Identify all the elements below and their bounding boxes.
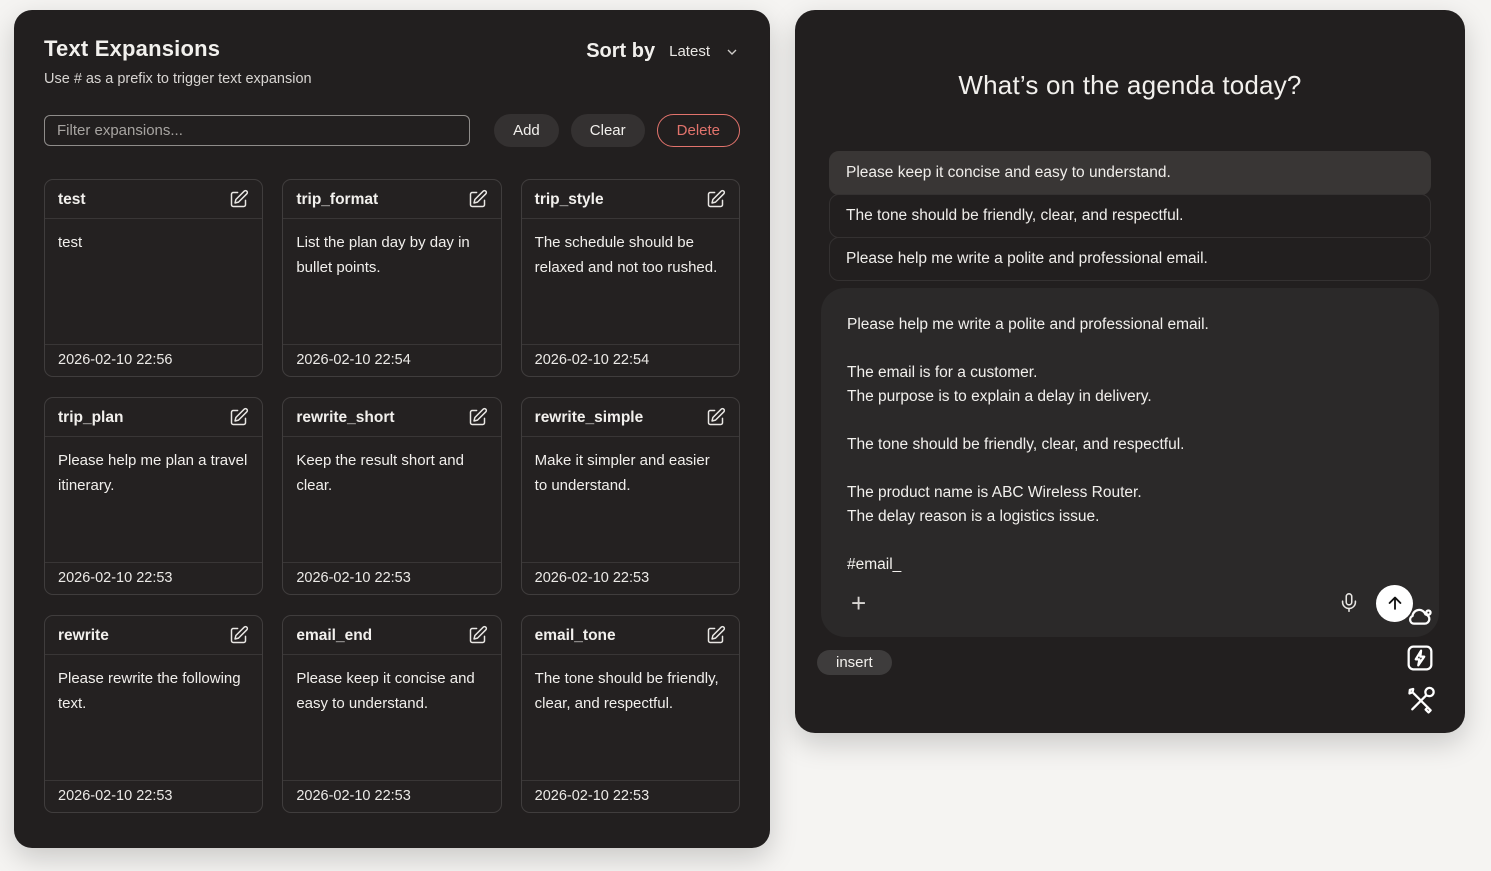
expansion-name: email_end — [296, 627, 372, 645]
filter-input[interactable] — [44, 115, 470, 146]
expansion-body: Please keep it concise and easy to under… — [283, 655, 500, 781]
edit-icon[interactable] — [228, 189, 249, 210]
lightning-icon[interactable] — [1403, 641, 1437, 675]
card-header: test — [45, 180, 262, 219]
chevron-down-icon[interactable] — [724, 44, 740, 60]
delete-button[interactable]: Delete — [657, 114, 740, 147]
expansion-name: trip_format — [296, 191, 378, 209]
card-header: email_end — [283, 616, 500, 655]
insert-badge[interactable]: insert — [817, 650, 892, 675]
expansion-body: The tone should be friendly, clear, and … — [522, 655, 739, 781]
expansion-name: trip_plan — [58, 409, 123, 427]
suggestion-item[interactable]: The tone should be friendly, clear, and … — [829, 194, 1431, 238]
arrow-up-icon — [1385, 593, 1405, 613]
page-subtitle: Use # as a prefix to trigger text expans… — [44, 71, 312, 87]
edit-icon[interactable] — [467, 189, 488, 210]
add-button[interactable]: Add — [494, 114, 559, 147]
expansion-timestamp: 2026-02-10 22:56 — [45, 345, 262, 376]
card-header: rewrite_simple — [522, 398, 739, 437]
suggestion-list: Please keep it concise and easy to under… — [829, 151, 1431, 281]
expansion-timestamp: 2026-02-10 22:53 — [283, 563, 500, 594]
expansion-body: test — [45, 219, 262, 345]
expansions-header: Text Expansions Use # as a prefix to tri… — [44, 36, 740, 87]
clear-button[interactable]: Clear — [571, 114, 645, 147]
message-composer[interactable]: Please help me write a polite and profes… — [821, 288, 1439, 637]
card-header: rewrite — [45, 616, 262, 655]
expansion-card-rewrite-short[interactable]: rewrite_short Keep the result short and … — [282, 397, 501, 595]
send-button[interactable] — [1376, 585, 1413, 622]
expansion-body: Please rewrite the following text. — [45, 655, 262, 781]
chat-panel: What’s on the agenda today? Please keep … — [795, 10, 1465, 733]
chat-title: What’s on the agenda today? — [829, 70, 1431, 101]
expansion-timestamp: 2026-02-10 22:54 — [283, 345, 500, 376]
desktop: Text Expansions Use # as a prefix to tri… — [0, 0, 1491, 871]
expansion-card-rewrite-simple[interactable]: rewrite_simple Make it simpler and easie… — [521, 397, 740, 595]
tools-icon[interactable] — [1403, 684, 1437, 718]
page-title: Text Expansions — [44, 36, 312, 62]
edit-icon[interactable] — [705, 189, 726, 210]
sort-value[interactable]: Latest — [669, 43, 710, 60]
composer-input[interactable]: Please help me write a polite and profes… — [847, 313, 1413, 577]
expansion-card-trip-style[interactable]: trip_style The schedule should be relaxe… — [521, 179, 740, 377]
expansion-name: test — [58, 191, 86, 209]
edit-icon[interactable] — [467, 625, 488, 646]
expansion-timestamp: 2026-02-10 22:53 — [283, 781, 500, 812]
expansion-body: Make it simpler and easier to understand… — [522, 437, 739, 563]
expansion-name: trip_style — [535, 191, 604, 209]
card-header: trip_style — [522, 180, 739, 219]
sort-by-label: Sort by — [586, 40, 655, 63]
card-header: rewrite_short — [283, 398, 500, 437]
expansion-timestamp: 2026-02-10 22:53 — [45, 563, 262, 594]
edit-icon[interactable] — [228, 625, 249, 646]
plus-icon[interactable]: + — [847, 590, 870, 616]
suggestion-item[interactable]: Please help me write a polite and profes… — [829, 237, 1431, 281]
expansion-card-trip-plan[interactable]: trip_plan Please help me plan a travel i… — [44, 397, 263, 595]
expansion-timestamp: 2026-02-10 22:53 — [45, 781, 262, 812]
expansion-name: rewrite_simple — [535, 409, 644, 427]
composer-actions — [1338, 585, 1413, 622]
expansions-toolbar: Add Clear Delete — [44, 114, 740, 147]
edit-icon[interactable] — [705, 407, 726, 428]
expansion-timestamp: 2026-02-10 22:53 — [522, 781, 739, 812]
composer-toolbar: + — [847, 583, 1413, 623]
suggestion-item[interactable]: Please keep it concise and easy to under… — [829, 151, 1431, 195]
expansion-body: Keep the result short and clear. — [283, 437, 500, 563]
expansion-body: List the plan day by day in bullet point… — [283, 219, 500, 345]
expansion-timestamp: 2026-02-10 22:54 — [522, 345, 739, 376]
expansion-name: rewrite — [58, 627, 109, 645]
expansion-card-trip-format[interactable]: trip_format List the plan day by day in … — [282, 179, 501, 377]
text-expansions-panel: Text Expansions Use # as a prefix to tri… — [14, 10, 770, 848]
card-header: email_tone — [522, 616, 739, 655]
edit-icon[interactable] — [705, 625, 726, 646]
expansion-timestamp: 2026-02-10 22:53 — [522, 563, 739, 594]
expansion-card-email-tone[interactable]: email_tone The tone should be friendly, … — [521, 615, 740, 813]
card-header: trip_plan — [45, 398, 262, 437]
sort-control: Sort by Latest — [586, 40, 740, 63]
expansion-body: Please help me plan a travel itinerary. — [45, 437, 262, 563]
expansion-card-grid: test test 2026-02-10 22:56 trip_format L… — [44, 179, 740, 813]
expansion-name: rewrite_short — [296, 409, 394, 427]
expansion-name: email_tone — [535, 627, 616, 645]
mic-icon[interactable] — [1338, 592, 1360, 614]
expansion-body: The schedule should be relaxed and not t… — [522, 219, 739, 345]
expansion-card-test[interactable]: test test 2026-02-10 22:56 — [44, 179, 263, 377]
expansion-card-rewrite[interactable]: rewrite Please rewrite the following tex… — [44, 615, 263, 813]
expansion-card-email-end[interactable]: email_end Please keep it concise and eas… — [282, 615, 501, 813]
card-header: trip_format — [283, 180, 500, 219]
edit-icon[interactable] — [467, 407, 488, 428]
expansions-title-block: Text Expansions Use # as a prefix to tri… — [44, 36, 312, 87]
edit-icon[interactable] — [228, 407, 249, 428]
